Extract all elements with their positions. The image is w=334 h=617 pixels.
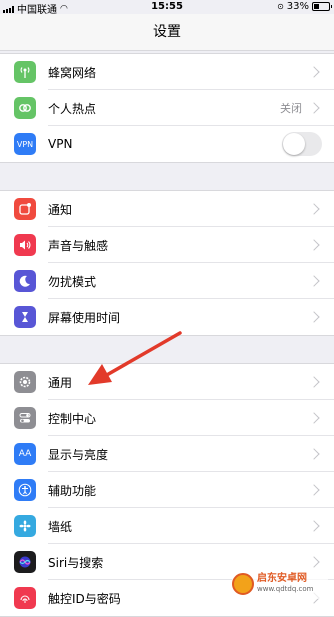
row-label: 个人热点 xyxy=(48,101,97,116)
watermark-url: www.qdtdq.com xyxy=(257,585,314,593)
settings-group-network: 蜂窝网络 个人热点 关闭 VPN VPN xyxy=(0,53,334,163)
chevron-right-icon xyxy=(308,556,320,568)
row-label: 控制中心 xyxy=(48,411,97,426)
chevron-right-icon xyxy=(308,102,320,114)
row-display[interactable]: AA 显示与亮度 xyxy=(0,436,334,472)
chevron-right-icon xyxy=(308,203,320,215)
row-label: 通知 xyxy=(48,202,73,217)
hourglass-icon xyxy=(14,306,36,328)
chevron-right-icon xyxy=(308,239,320,251)
display-icon: AA xyxy=(14,443,36,465)
row-label: 辅助功能 xyxy=(48,483,97,498)
nav-bar: 设置 xyxy=(0,14,334,51)
vpn-icon: VPN xyxy=(14,133,36,155)
row-label: 显示与亮度 xyxy=(48,447,109,462)
chevron-right-icon xyxy=(308,275,320,287)
row-label: 屏幕使用时间 xyxy=(48,310,121,325)
battery-icon xyxy=(312,2,332,11)
sound-icon xyxy=(14,234,36,256)
chevron-right-icon xyxy=(308,520,320,532)
watermark: 启东安卓网 www.qdtdq.com xyxy=(232,569,328,599)
row-label: 蜂窝网络 xyxy=(48,65,97,80)
touch-id-icon xyxy=(14,587,36,609)
row-label: VPN xyxy=(48,137,73,151)
row-accessibility[interactable]: 辅助功能 xyxy=(0,472,334,508)
gear-icon xyxy=(14,371,36,393)
row-notifications[interactable]: 通知 xyxy=(0,191,334,227)
chevron-right-icon xyxy=(308,66,320,78)
watermark-name: 启东安卓网 xyxy=(257,573,307,584)
status-right: ⊙ 33% xyxy=(277,1,332,12)
row-cellular[interactable]: 蜂窝网络 xyxy=(0,54,334,90)
moon-icon xyxy=(14,270,36,292)
row-label: 墙纸 xyxy=(48,519,73,534)
row-hotspot[interactable]: 个人热点 关闭 xyxy=(0,90,334,126)
row-general[interactable]: 通用 xyxy=(0,364,334,400)
row-control-center[interactable]: 控制中心 xyxy=(0,400,334,436)
lock-rotation-icon: ⊙ xyxy=(277,2,284,11)
vpn-toggle[interactable] xyxy=(282,132,322,156)
chevron-right-icon xyxy=(308,448,320,460)
row-label: Siri与搜索 xyxy=(48,555,104,570)
chevron-right-icon xyxy=(308,412,320,424)
chevron-right-icon xyxy=(308,376,320,388)
settings-group-notifications: 通知 声音与触感 勿扰模式 屏幕使用时间 xyxy=(0,190,334,336)
hotspot-icon xyxy=(14,97,36,119)
row-label: 声音与触感 xyxy=(48,238,109,253)
wallpaper-icon xyxy=(14,515,36,537)
row-vpn[interactable]: VPN VPN xyxy=(0,126,334,162)
siri-icon xyxy=(14,551,36,573)
notifications-icon xyxy=(14,198,36,220)
status-bar: 中国联通 ◠ 15:55 ⊙ 33% xyxy=(0,0,334,16)
control-center-icon xyxy=(14,407,36,429)
row-label: 勿扰模式 xyxy=(48,274,97,289)
chevron-right-icon xyxy=(308,484,320,496)
accessibility-icon xyxy=(14,479,36,501)
battery-percent: 33% xyxy=(286,1,309,12)
row-screen-time[interactable]: 屏幕使用时间 xyxy=(0,299,334,335)
row-sound[interactable]: 声音与触感 xyxy=(0,227,334,263)
page-title: 设置 xyxy=(153,24,181,40)
cellular-icon xyxy=(14,61,36,83)
chevron-right-icon xyxy=(308,311,320,323)
row-label: 通用 xyxy=(48,375,73,390)
watermark-logo-icon xyxy=(232,573,254,595)
row-wallpaper[interactable]: 墙纸 xyxy=(0,508,334,544)
hotspot-status: 关闭 xyxy=(280,102,302,115)
row-do-not-disturb[interactable]: 勿扰模式 xyxy=(0,263,334,299)
